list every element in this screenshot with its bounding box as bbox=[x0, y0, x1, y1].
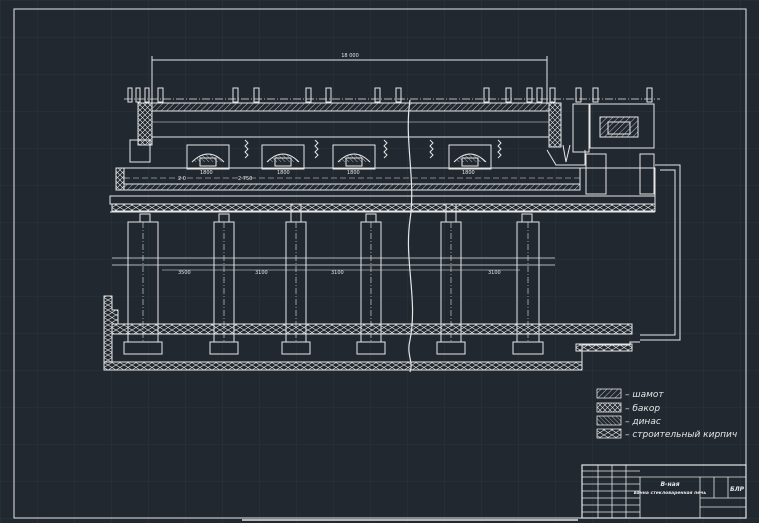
dim-mid-0: 3500 bbox=[178, 270, 191, 276]
dim-mid-1: 3100 bbox=[255, 270, 268, 276]
background-grid bbox=[0, 0, 759, 523]
right-end-wall bbox=[548, 102, 562, 148]
legend-swatch-4 bbox=[596, 428, 622, 439]
dim-top-0: 2 0 bbox=[178, 176, 186, 182]
tank-left-wall bbox=[115, 167, 125, 191]
legend-label-1: – шамот bbox=[625, 390, 664, 400]
dim-mid-3: 3100 bbox=[488, 270, 501, 276]
legend-label-3: – динас bbox=[625, 417, 661, 427]
dim-top-4: 1800 bbox=[347, 170, 360, 176]
foundation-right-block bbox=[575, 343, 633, 352]
dim-mid-2: 3100 bbox=[331, 270, 344, 276]
legend-swatch-1 bbox=[596, 388, 622, 399]
dim-top-3: 1800 bbox=[277, 170, 290, 176]
legend-label-4: – строительный кирпич bbox=[625, 430, 737, 440]
title-block-title-2: ванна стекловаренная печь bbox=[634, 491, 707, 496]
title-block-sheet: БЛР bbox=[730, 486, 745, 493]
main-beam-bottom bbox=[111, 203, 656, 212]
legend-swatch-2 bbox=[596, 402, 622, 413]
left-end-wall bbox=[137, 102, 153, 146]
dim-top-5: 1800 bbox=[462, 170, 475, 176]
legend-swatch-3 bbox=[596, 415, 622, 426]
tank-bottom-lining bbox=[123, 183, 581, 191]
foundation-slab bbox=[103, 361, 583, 371]
legend-label-2: – бакор bbox=[625, 404, 660, 414]
overall-dimension-text: 18 000 bbox=[341, 53, 359, 59]
crown-refractory bbox=[151, 102, 550, 112]
dim-top-1: 1800 bbox=[200, 170, 213, 176]
cad-drawing-canvas: 18 000 2 0 1800 2 750 1800 1800 1800 350… bbox=[0, 0, 759, 523]
title-block-title-1: В-ная bbox=[660, 481, 679, 488]
regenerator-band bbox=[111, 323, 633, 335]
dim-top-2: 2 750 bbox=[238, 176, 252, 182]
